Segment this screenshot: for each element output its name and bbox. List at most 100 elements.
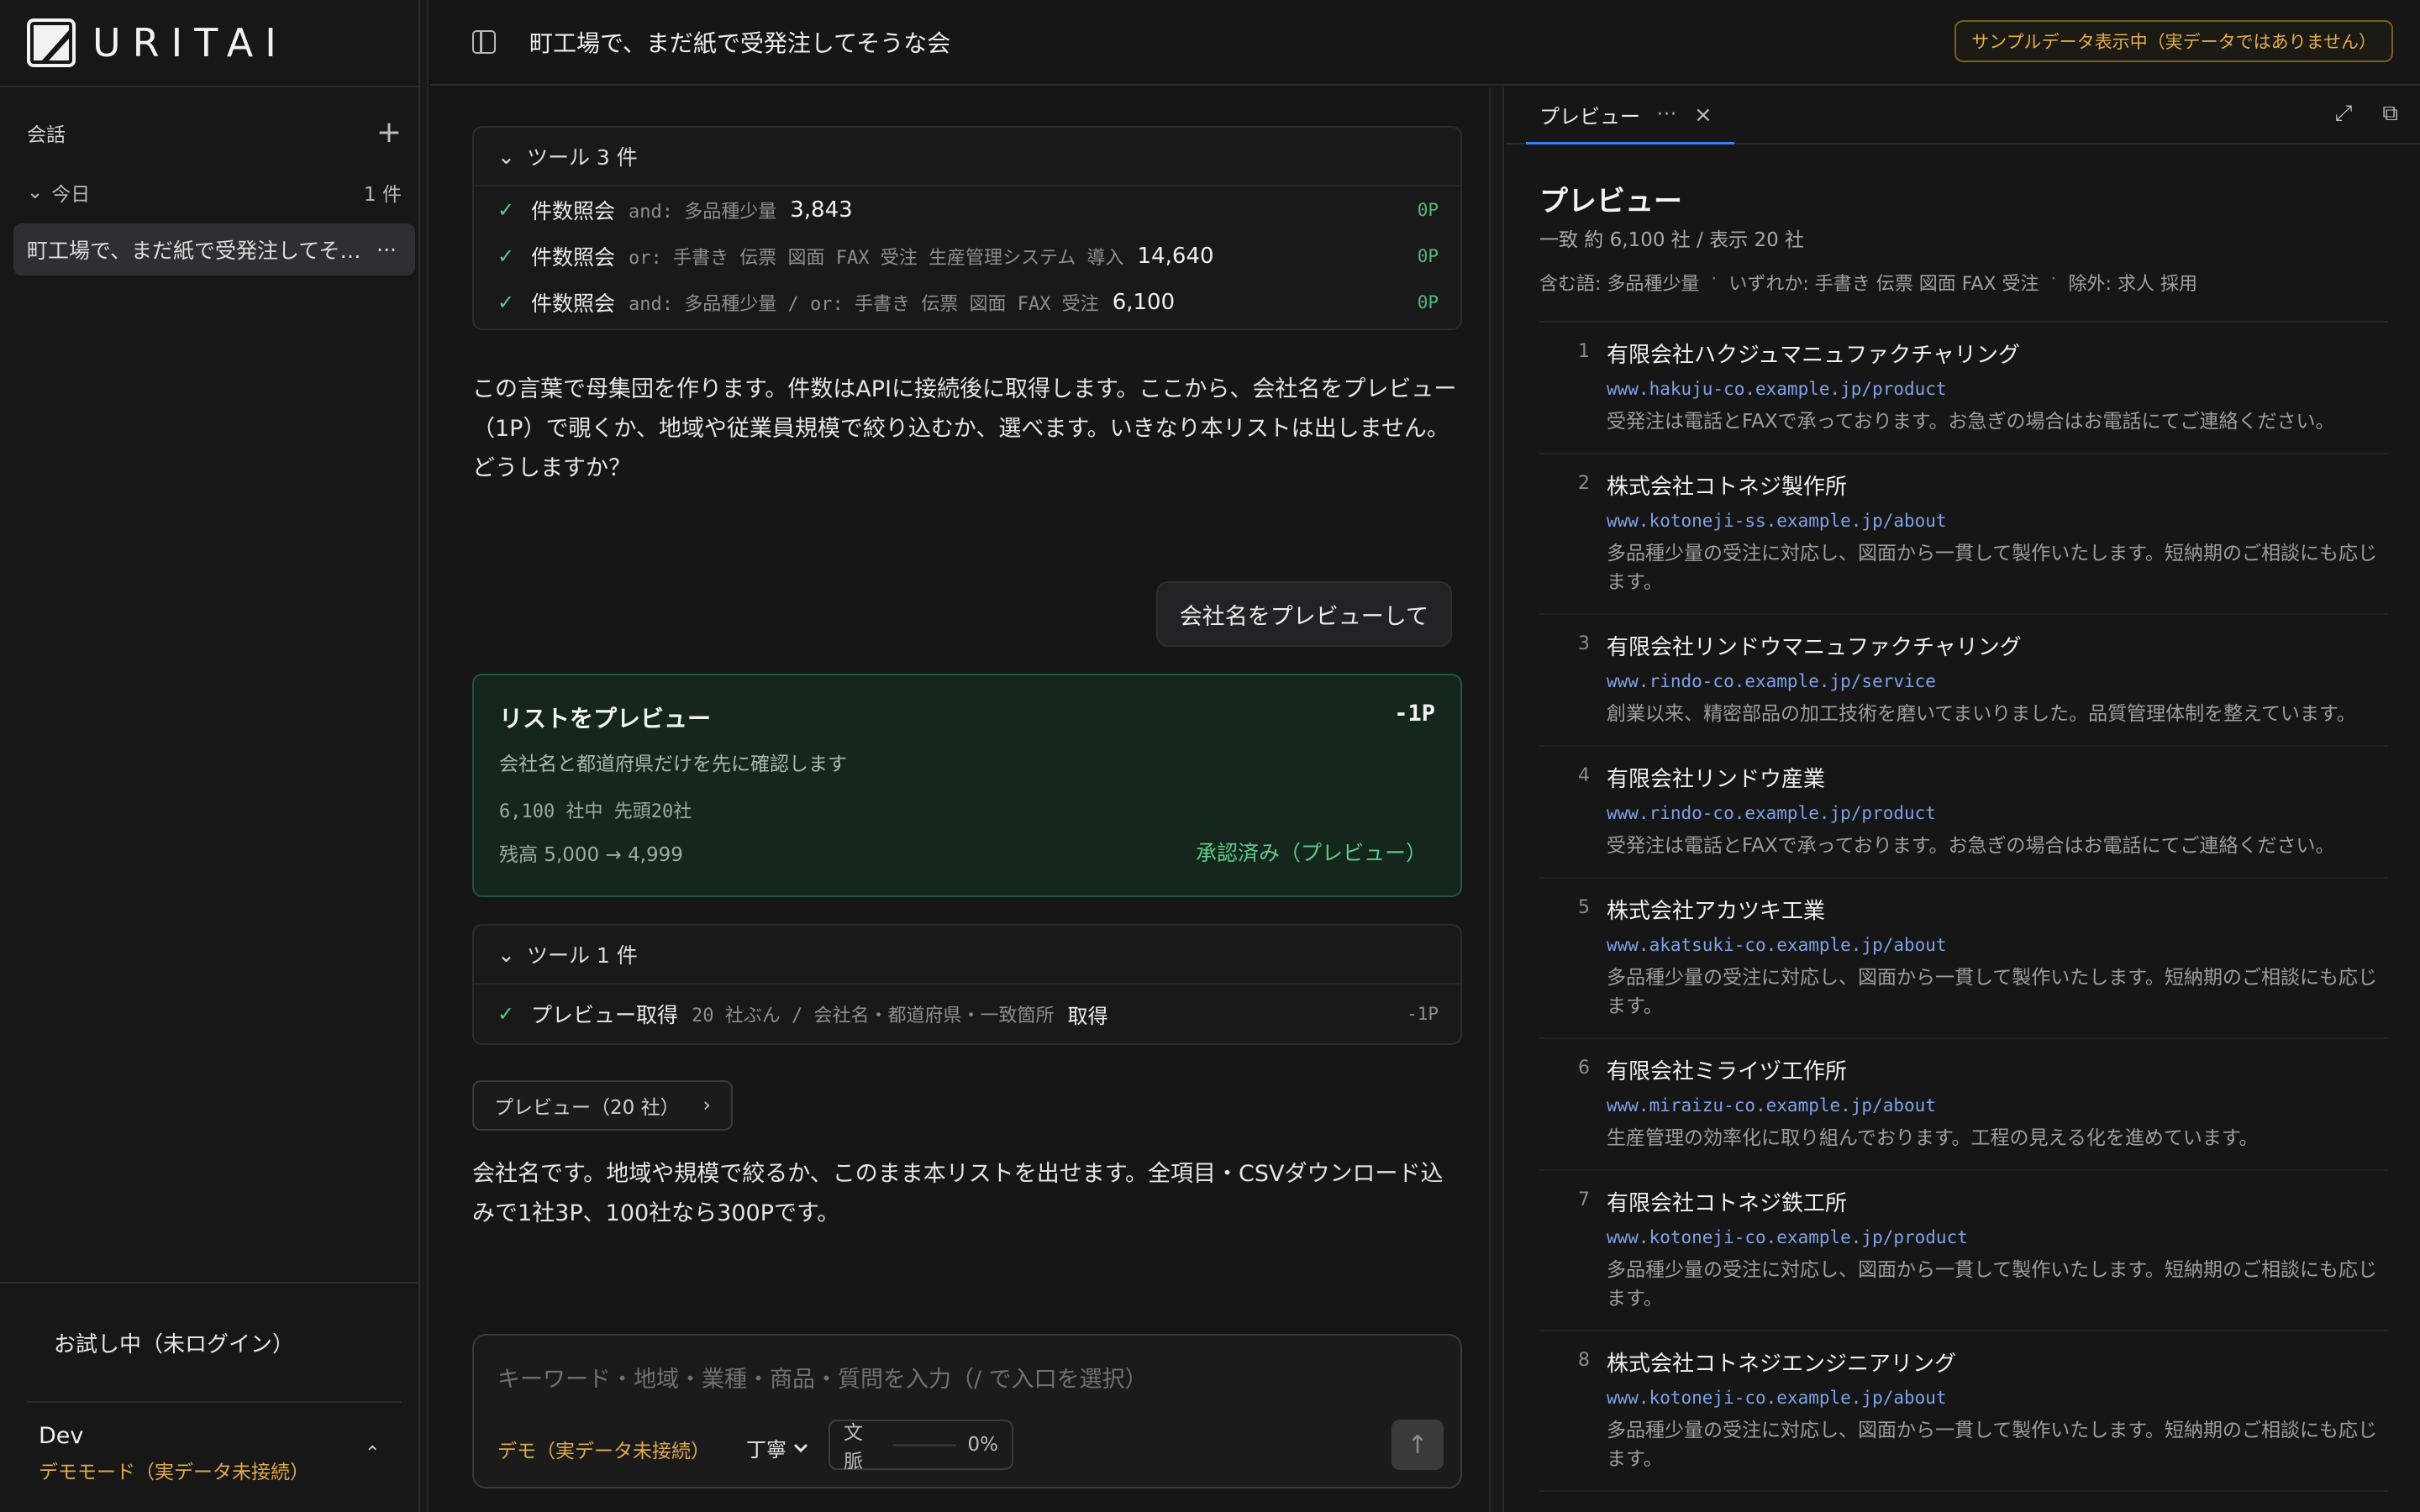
tool-call-row: ✓ 件数照会 and: 多品種少量 3,843 0P	[474, 186, 1460, 233]
company-url[interactable]: www.kotoneji-co.example.jp/product	[1607, 1227, 2388, 1247]
user-mode: デモモード（実データ未接続）	[39, 1462, 309, 1483]
preview-title: プレビュー	[1539, 185, 1682, 218]
company-name: 有限会社リンドウマニュファクチャリング	[1607, 635, 2022, 660]
card-status: 承認済み（プレビュー）	[1195, 841, 1427, 865]
assistant-message: 会社名です。地域や規模で絞るか、このまま本リストを出せます。全項目・CSVダウン…	[472, 1161, 1444, 1226]
send-button[interactable]: ↑	[1392, 1420, 1444, 1470]
new-conversation-plus-icon[interactable]: +	[376, 118, 402, 148]
close-icon[interactable]: ×	[1694, 102, 1712, 128]
demo-mode-indicator[interactable]: デモ（実データ未接続）	[497, 1435, 710, 1463]
sidebar: URITAI 会話 + ⌄ 今日 1 件 町工場で、まだ紙で受発注してそうな会 …	[0, 0, 420, 1512]
list-item[interactable]: 7 有限会社コトネジ鉄工所 www.kotoneji-co.example.jp…	[1539, 1171, 2388, 1331]
company-url[interactable]: www.akatsuki-co.example.jp/about	[1607, 935, 2388, 955]
item-number: 6	[1578, 1058, 1590, 1079]
check-icon: ✓	[497, 290, 515, 314]
company-name: 株式会社コトネジ製作所	[1607, 475, 1848, 500]
tool-result-count: 14,640	[1137, 243, 1214, 269]
panel-resize-handle[interactable]	[1491, 87, 1504, 1512]
item-number: 2	[1578, 473, 1590, 494]
company-name: 有限会社ミライヅ工作所	[1607, 1059, 1848, 1084]
top-header: 町工場で、まだ紙で受発注してそうな会 サンプルデータ表示中（実データではありませ…	[430, 0, 2420, 86]
filter-include: 含む語: 多品種少量	[1539, 274, 1700, 295]
list-item[interactable]: 8 株式会社コトネジエンジニアリング www.kotoneji-co.examp…	[1539, 1331, 2388, 1492]
context-meter: 文脈 0%	[829, 1420, 1013, 1473]
brand-name: URITAI	[92, 20, 288, 66]
context-value: 0%	[967, 1434, 999, 1456]
preview-approval-card: リストをプレビュー -1P 会社名と都道府県だけを先に確認します 6,100 社…	[472, 674, 1462, 897]
tool-name: 件数照会	[531, 244, 616, 270]
user-menu[interactable]: Dev デモモード（実データ未接続）	[39, 1423, 309, 1484]
sidebar-divider	[0, 86, 420, 87]
tab-preview[interactable]: プレビュー ··· ×	[1526, 87, 1734, 144]
tool-group-label: ツール 3 件	[526, 145, 638, 170]
tool-query: 20 社ぶん / 会社名・都道府県・一致箇所	[692, 1005, 1055, 1026]
tab-label: プレビュー	[1539, 105, 1640, 129]
company-url[interactable]: www.kotoneji-ss.example.jp/about	[1607, 511, 2388, 531]
tool-result-count: 6,100	[1112, 289, 1176, 315]
brand-logo[interactable]: URITAI	[27, 18, 288, 67]
chevron-down-icon: ⌄	[497, 942, 515, 967]
company-url[interactable]: www.hakuju-co.example.jp/product	[1607, 379, 2388, 399]
brand-mark-icon	[27, 18, 76, 67]
company-snippet: 多品種少量の受注に対応し、図面から一貫して製作いたします。短納期のご相談にも応じ…	[1607, 543, 2378, 593]
card-subtitle: 会社名と都道府県だけを先に確認します	[499, 753, 847, 775]
expand-icon[interactable]: ⤢	[2335, 101, 2353, 127]
user-message: 会社名をプレビューして	[1155, 581, 1452, 647]
tool-name: 件数照会	[531, 291, 616, 316]
group-label: 今日	[51, 184, 91, 206]
group-count: 1 件	[364, 184, 402, 206]
conversation-item[interactable]: 町工場で、まだ紙で受発注してそうな会 ···	[13, 223, 415, 276]
company-snippet: 受発注は電話とFAXで承っております。お急ぎの場合はお電話にてご連絡ください。	[1607, 411, 2335, 433]
conversations-header: 会話 +	[27, 118, 402, 148]
sidebar-toggle-icon[interactable]	[472, 30, 496, 54]
tool-result-count: 3,843	[790, 197, 853, 223]
tool-query: and: 多品種少量	[629, 201, 777, 223]
company-url[interactable]: www.miraizu-co.example.jp/about	[1607, 1095, 2388, 1116]
item-number: 4	[1578, 765, 1590, 786]
company-name: 株式会社コトネジエンジニアリング	[1607, 1352, 1957, 1377]
tool-points: -1P	[1407, 1004, 1439, 1024]
company-url[interactable]: www.rindo-co.example.jp/service	[1607, 671, 2388, 691]
tool-group-header[interactable]: ⌄ ツール 1 件	[474, 926, 1460, 984]
today-group-header[interactable]: ⌄ 今日 1 件	[27, 178, 402, 207]
tone-value: 丁寧	[746, 1438, 786, 1462]
list-item[interactable]: 4 有限会社リンドウ産業 www.rindo-co.example.jp/pro…	[1539, 747, 2388, 879]
tab-more-icon[interactable]: ···	[1657, 104, 1677, 125]
company-name: 有限会社コトネジ鉄工所	[1607, 1191, 1848, 1216]
company-url[interactable]: www.rindo-co.example.jp/product	[1607, 803, 2388, 823]
tool-points: 0P	[1417, 199, 1439, 220]
chevron-up-icon[interactable]: ⌃	[365, 1443, 380, 1464]
tool-name: 件数照会	[531, 198, 616, 223]
check-icon: ✓	[497, 197, 515, 222]
open-preview-button[interactable]: プレビュー（20 社） ›	[472, 1080, 733, 1131]
filter-exclude: 除外: 求人 採用	[2068, 274, 2197, 295]
trial-status[interactable]: お試し中（未ログイン）	[54, 1327, 294, 1358]
company-snippet: 生産管理の効率化に取り組んでおります。工程の見える化を進めています。	[1607, 1127, 2259, 1149]
more-options-icon[interactable]: ···	[376, 238, 397, 262]
user-divider	[27, 1401, 402, 1403]
conversations-label: 会話	[27, 124, 66, 146]
tool-query: and: 多品種少量 / or: 手書き 伝票 図面 FAX 受注	[629, 293, 1099, 315]
assistant-message: この言葉で母集団を作ります。件数はAPIに接続後に取得します。ここから、会社名を…	[472, 376, 1457, 481]
list-item[interactable]: 5 株式会社アカツキ工業 www.akatsuki-co.example.jp/…	[1539, 879, 2388, 1039]
tool-group-header[interactable]: ⌄ ツール 3 件	[474, 128, 1460, 186]
list-item[interactable]: 1 有限会社ハクジュマニュファクチャリング www.hakuju-co.exam…	[1539, 323, 2388, 454]
tool-name: プレビュー取得	[531, 1003, 679, 1027]
open-external-icon[interactable]: ⧉	[2382, 101, 2398, 127]
list-item[interactable]: 2 株式会社コトネジ製作所 www.kotoneji-ss.example.jp…	[1539, 454, 2388, 615]
tone-select[interactable]: 丁寧	[746, 1433, 808, 1462]
card-cost: -1P	[1394, 701, 1435, 727]
conversation-title: 町工場で、まだ紙で受発注してそうな会	[27, 239, 363, 263]
sidebar-resize-handle[interactable]	[420, 0, 429, 1512]
message-input[interactable]: キーワード・地域・業種・商品・質問を入力（/ で入口を選択）	[497, 1361, 1148, 1394]
company-url[interactable]: www.kotoneji-co.example.jp/about	[1607, 1388, 2388, 1408]
open-preview-label: プレビュー（20 社）	[494, 1097, 680, 1119]
list-item[interactable]: 6 有限会社ミライヅ工作所 www.miraizu-co.example.jp/…	[1539, 1039, 2388, 1171]
check-icon: ✓	[497, 1002, 515, 1026]
company-name: 有限会社ハクジュマニュファクチャリング	[1607, 343, 2020, 368]
list-item[interactable]: 3 有限会社リンドウマニュファクチャリング www.rindo-co.examp…	[1539, 615, 2388, 747]
tool-query: or: 手書き 伝票 図面 FAX 受注 生産管理システム 導入	[629, 247, 1124, 269]
filter-separator: ·	[1711, 269, 1718, 290]
company-snippet: 多品種少量の受注に対応し、図面から一貫して製作いたします。短納期のご相談にも応じ…	[1607, 1420, 2378, 1470]
item-number: 1	[1578, 341, 1590, 362]
